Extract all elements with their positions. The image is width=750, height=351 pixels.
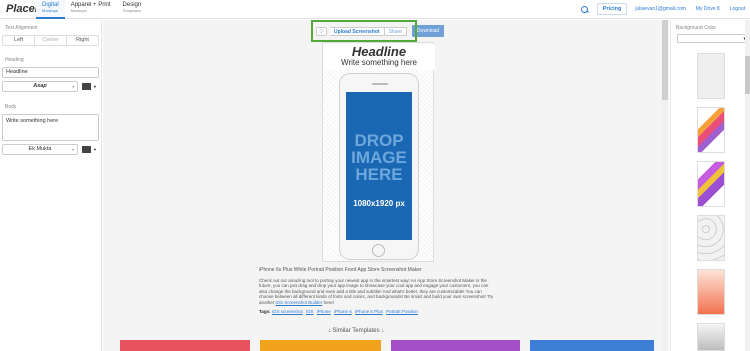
panel-scrollbar[interactable] xyxy=(745,20,750,351)
tag-link[interactable]: iPhone 6 xyxy=(334,309,352,314)
mockup-preview: Headline Write something here DROP IMAGE… xyxy=(322,42,435,262)
top-navbar: Placeit Digital Mockups Apparel + Print … xyxy=(0,0,750,19)
tag-link[interactable]: iOS xyxy=(306,309,314,314)
background-tile-plain[interactable] xyxy=(697,53,725,99)
header-actions: Pricing juliaevan1@gmail.com My Drive 8 … xyxy=(580,3,750,15)
align-center-button[interactable]: Center xyxy=(35,36,67,45)
scrollbar-thumb[interactable] xyxy=(745,56,750,94)
text-alignment-label: Text Alignment xyxy=(5,25,38,31)
body-textarea[interactable]: Write something here xyxy=(2,114,99,141)
main-nav: Digital Mockups Apparel + Print Mockups … xyxy=(36,0,147,19)
mockup-subline: Write something here xyxy=(323,58,435,70)
body-color-swatch[interactable] xyxy=(82,146,91,153)
mockup-toolbar: ♡ Upload Screenshot Share Download xyxy=(311,20,452,42)
template-title: iPhone 6s Plus White Portrait Position F… xyxy=(259,267,422,273)
tag-link[interactable]: iPhone 6 Plus xyxy=(355,309,383,314)
my-drive-link[interactable]: My Drive 8 xyxy=(696,6,720,12)
background-tile-gradient-grey[interactable] xyxy=(697,323,725,351)
body-font-value: Ek Mukta xyxy=(28,146,52,152)
image-dimensions: 1080x1920 px xyxy=(353,199,405,208)
align-right-button[interactable]: Right xyxy=(67,36,98,45)
chevron-down-icon[interactable]: ▼ xyxy=(93,147,97,152)
ios-builder-link[interactable]: iOS Screenshot Builder xyxy=(276,300,323,305)
nav-label: Apparel + Print xyxy=(70,1,111,8)
description-end: here! xyxy=(323,299,334,305)
template-description: iPhone 6s Plus White Portrait Position F… xyxy=(259,267,497,315)
nav-digital-mockups[interactable]: Digital Mockups xyxy=(36,0,65,19)
scrollbar-thumb[interactable] xyxy=(662,20,668,100)
tags-row: Tags: iOS screenshot iOS iPhone iPhone 6… xyxy=(259,309,497,315)
background-tile-gradient-coral[interactable] xyxy=(697,269,725,315)
canvas-scrollbar[interactable] xyxy=(662,20,668,351)
body-font-row: Ek Mukta ▾ ▼ xyxy=(2,144,99,155)
tag-link[interactable]: iPhone xyxy=(317,309,331,314)
similar-template-card[interactable] xyxy=(391,340,520,351)
background-color-select[interactable]: ▾ xyxy=(677,34,749,43)
highlight-box xyxy=(311,20,417,42)
placeit-logo[interactable]: Placeit xyxy=(6,3,41,15)
nav-sub: Mockups xyxy=(70,7,87,13)
heading-input[interactable]: Headline xyxy=(2,67,99,78)
heading-font-value: Asap xyxy=(33,83,47,89)
chevron-down-icon[interactable]: ▼ xyxy=(93,84,97,89)
nav-design-templates[interactable]: Design Templates xyxy=(117,0,148,19)
heading-label: Heading xyxy=(5,57,24,63)
tag-link[interactable]: iOS screenshot xyxy=(272,309,303,314)
phone-speaker xyxy=(372,83,388,85)
my-drive-label: My Drive xyxy=(695,6,716,12)
account-email[interactable]: juliaevan1@gmail.com xyxy=(635,6,685,12)
heading-font-row: Asap ▾ ▼ xyxy=(2,81,99,92)
background-color-label: Background Color xyxy=(676,25,717,31)
drop-zone[interactable]: DROP IMAGE HERE 1080x1920 px xyxy=(346,92,412,240)
drop-line: DROP xyxy=(354,131,404,150)
home-button xyxy=(372,244,385,257)
description-body: Check out our amazing tool to portray yo… xyxy=(259,278,497,306)
editor-sidebar: Text Alignment Left Center Right Heading… xyxy=(0,20,102,351)
iphone-frame: DROP IMAGE HERE 1080x1920 px xyxy=(339,73,419,260)
pricing-button[interactable]: Pricing xyxy=(596,3,628,15)
nav-apparel-print[interactable]: Apparel + Print Mockups xyxy=(65,0,117,19)
similar-template-card[interactable] xyxy=(530,340,654,351)
similar-template-card[interactable] xyxy=(120,340,250,351)
nav-sub: Mockups xyxy=(42,7,59,13)
drive-count: 8 xyxy=(716,6,720,12)
background-tile-icons-grey[interactable] xyxy=(697,215,725,261)
heading-font-select[interactable]: Asap ▾ xyxy=(2,81,78,92)
nav-label: Digital xyxy=(42,1,59,8)
similar-templates-heading: ↓ Similar Templates ↓ xyxy=(327,328,385,334)
align-left-button[interactable]: Left xyxy=(3,36,35,45)
tag-link[interactable]: Portrait Position xyxy=(386,309,418,314)
alignment-toggle: Left Center Right xyxy=(2,35,99,46)
nav-sub: Templates xyxy=(122,7,141,13)
background-tile-triangles-warm[interactable] xyxy=(697,107,725,153)
background-tile-triangles-purple[interactable] xyxy=(697,161,725,207)
tags-label: Tags: xyxy=(259,308,271,314)
chevron-down-icon: ▾ xyxy=(71,84,74,89)
chevron-down-icon: ▾ xyxy=(71,147,74,152)
body-font-select[interactable]: Ek Mukta ▾ xyxy=(2,144,78,155)
mockup-canvas: ♡ Upload Screenshot Share Download Headl… xyxy=(103,20,669,351)
nav-label: Design xyxy=(122,1,142,8)
drop-line: IMAGE xyxy=(351,148,407,167)
logout-link[interactable]: Logout xyxy=(730,6,745,12)
heading-color-swatch[interactable] xyxy=(82,83,91,90)
drop-text: DROP IMAGE HERE xyxy=(346,132,412,183)
search-icon[interactable] xyxy=(580,5,589,14)
similar-template-card[interactable] xyxy=(260,340,381,351)
body-label: Body xyxy=(5,104,17,110)
background-panel: Background Color ▾ xyxy=(670,20,750,351)
drop-line: HERE xyxy=(355,165,403,184)
mockup-headline: Headline xyxy=(323,44,435,59)
